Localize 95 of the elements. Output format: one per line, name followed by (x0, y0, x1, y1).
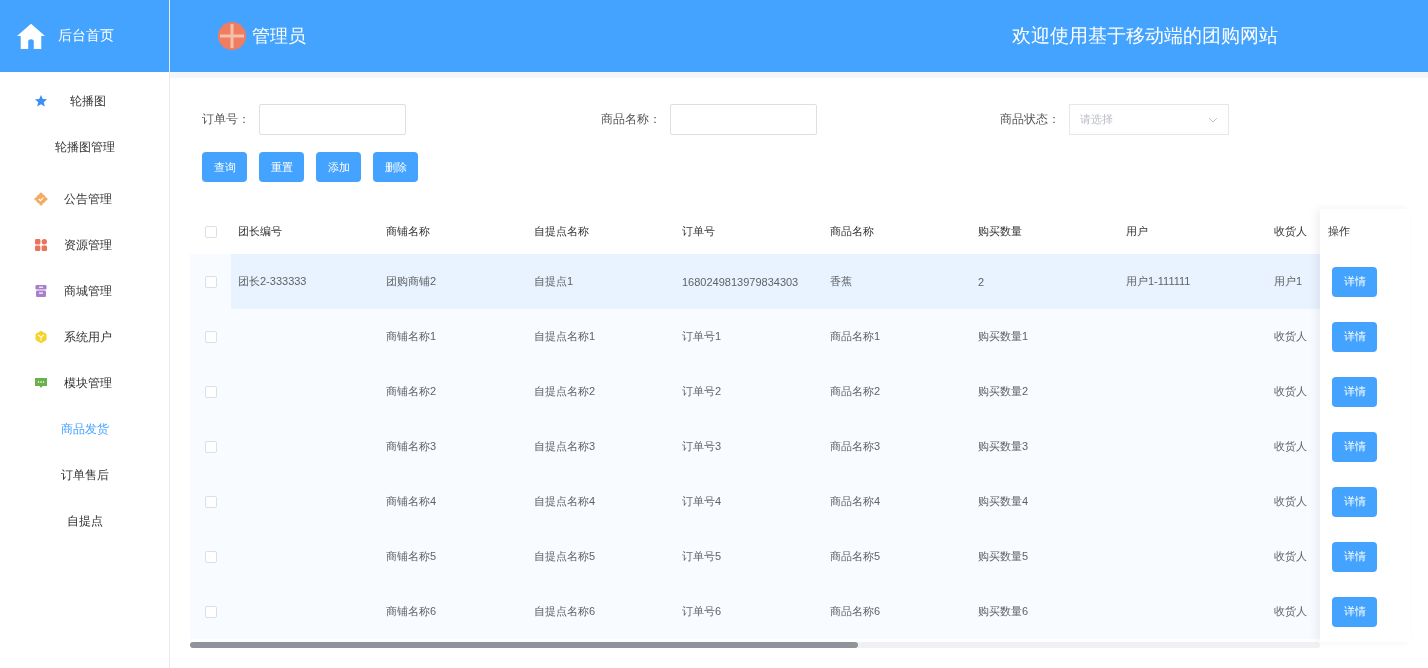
filter-label: 订单号： (202, 111, 251, 128)
user-name: 管理员 (252, 25, 306, 48)
menu-group[interactable]: 商城管理 (0, 268, 169, 314)
grid-icon (34, 238, 48, 252)
table-cell: 商品名称1 (830, 329, 881, 344)
site-title: 欢迎使用基于移动端的团购网站 (1012, 24, 1279, 48)
column-header: 商铺名称 (385, 224, 431, 239)
menu-group[interactable]: 资源管理 (0, 222, 169, 268)
table-cell: 订单号1 (682, 329, 722, 344)
table-cell: 自提点名称3 (534, 439, 596, 454)
menu-item[interactable]: 轮播图管理 (0, 124, 169, 170)
table-cell: 商品名称3 (830, 439, 881, 454)
table-row[interactable]: 商铺名称2 自提点名称2 订单号2 商品名称2 购买数量2 收货人 (190, 364, 1320, 419)
table-cell: 购买数量6 (978, 604, 1029, 619)
chat-icon (34, 376, 48, 390)
column-header: 订单号 (681, 224, 716, 239)
star-icon (34, 94, 48, 108)
table-cell: 收货人 (1274, 384, 1307, 399)
menu-group[interactable]: 系统用户 (0, 314, 169, 360)
column-header: 收货人 (1273, 224, 1308, 239)
table-row[interactable]: 商铺名称5 自提点名称5 订单号5 商品名称5 购买数量5 收货人 (190, 529, 1320, 584)
table-cell: 商铺名称6 (386, 604, 437, 619)
checkbox[interactable] (204, 275, 217, 288)
table-cell: 香蕉 (830, 274, 852, 289)
column-header: 操作 (1328, 224, 1350, 239)
column-header: 商品名称 (829, 224, 875, 239)
table-cell: 2 (978, 275, 985, 288)
table-row[interactable]: 商铺名称6 自提点名称6 订单号6 商品名称6 购买数量6 收货人 (190, 584, 1320, 639)
menu-group[interactable]: 公告管理 (0, 176, 169, 222)
table-cell: 自提点名称6 (534, 604, 596, 619)
table-cell: 商铺名称4 (386, 494, 437, 509)
filter-label: 商品状态： (1000, 111, 1061, 128)
column-header: 自提点名称 (533, 224, 590, 239)
table-cell: 购买数量1 (978, 329, 1029, 344)
table-cell: 商铺名称3 (386, 439, 437, 454)
table-row[interactable]: 商铺名称4 自提点名称4 订单号4 商品名称4 购买数量4 收货人 (190, 474, 1320, 529)
table-cell: 商铺名称2 (386, 384, 437, 399)
table-cell: 商品名称2 (830, 384, 881, 399)
table-cell: 商品名称5 (830, 549, 881, 564)
table-cell: 购买数量3 (978, 439, 1029, 454)
menu-group[interactable]: 轮播图 (0, 78, 169, 124)
table-cell: 购买数量5 (978, 549, 1029, 564)
checkbox[interactable] (204, 550, 217, 563)
table-cell: 1680249813979834303 (682, 275, 799, 288)
table-cell: 收货人 (1274, 439, 1307, 454)
table-cell: 订单号6 (682, 604, 722, 619)
table-cell: 购买数量4 (978, 494, 1029, 509)
column-header: 用户 (1125, 224, 1149, 239)
checkbox[interactable] (204, 385, 217, 398)
menu-item[interactable]: 自提点 (0, 498, 169, 544)
checkbox[interactable] (204, 495, 217, 508)
table-cell: 收货人 (1274, 494, 1307, 509)
table-cell: 自提点名称2 (534, 384, 596, 399)
hexagon-icon (34, 330, 48, 344)
table-cell: 团长2-333333 (238, 274, 307, 289)
filter-label: 商品名称： (601, 111, 662, 128)
table-row[interactable]: 商铺名称1 自提点名称1 订单号1 商品名称1 购买数量1 收货人 (190, 309, 1320, 364)
archive-icon (34, 284, 48, 298)
column-header: 购买数量 (977, 224, 1023, 239)
table-cell: 订单号3 (682, 439, 722, 454)
table-cell: 商品名称4 (830, 494, 881, 509)
table-cell: 订单号5 (682, 549, 722, 564)
badge-icon (34, 192, 48, 206)
table-cell: 商铺名称5 (386, 549, 437, 564)
chevron-down-icon (1208, 116, 1218, 123)
table-cell: 自提点名称4 (534, 494, 596, 509)
checkbox[interactable] (204, 440, 217, 453)
checkbox[interactable] (204, 225, 217, 238)
table-row[interactable]: 团长2-333333 团购商铺2 自提点1 1680249813979834303 香蕉 2 用户1-111111 用户1 (190, 254, 1320, 309)
table-cell: 收货人 (1274, 329, 1307, 344)
scrollbar-thumb[interactable] (190, 642, 858, 648)
table-cell: 订单号2 (682, 384, 722, 399)
table-cell: 收货人 (1274, 604, 1307, 619)
table-cell: 自提点名称5 (534, 549, 596, 564)
column-header: 团长编号 (237, 224, 283, 239)
menu-group[interactable]: 模块管理 (0, 360, 169, 406)
table-cell: 自提点名称1 (534, 329, 596, 344)
menu-item[interactable]: 订单售后 (0, 452, 169, 498)
input-field[interactable] (670, 104, 817, 135)
table-cell: 收货人 (1274, 549, 1307, 564)
checkbox[interactable] (204, 330, 217, 343)
table-cell: 商铺名称1 (386, 329, 437, 344)
table-cell: 购买数量2 (978, 384, 1029, 399)
checkbox[interactable] (204, 605, 217, 618)
table-cell: 订单号4 (682, 494, 722, 509)
table-cell: 用户1-111111 (1126, 274, 1191, 289)
home-label: 后台首页 (58, 27, 114, 45)
table-cell: 自提点1 (534, 274, 574, 289)
avatar-icon (218, 22, 246, 50)
table-row[interactable]: 商铺名称3 自提点名称3 订单号3 商品名称3 购买数量3 收货人 (190, 419, 1320, 474)
input-field[interactable] (259, 104, 406, 135)
table-cell: 商品名称6 (830, 604, 881, 619)
home-icon (16, 22, 46, 50)
table-cell: 团购商铺2 (386, 274, 437, 289)
table-cell: 用户1 (1274, 274, 1303, 289)
